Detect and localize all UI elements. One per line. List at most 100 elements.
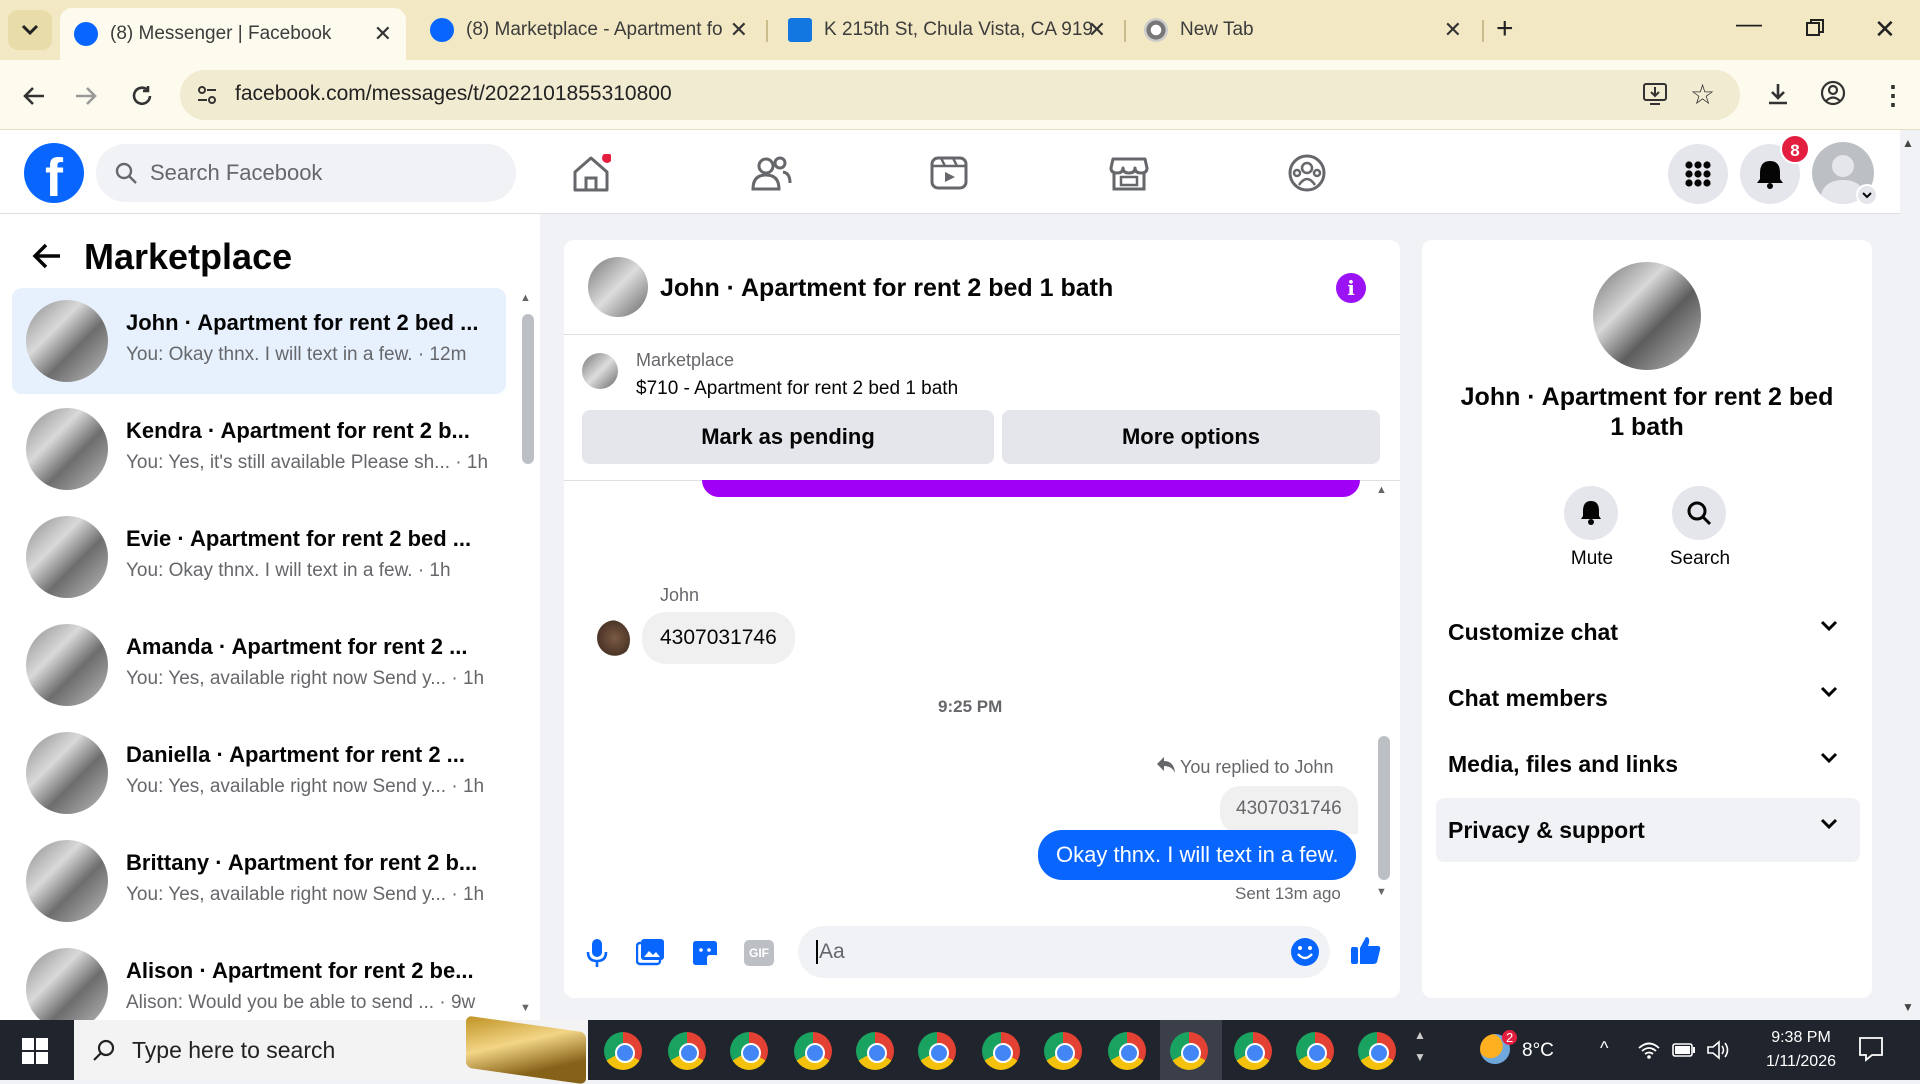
chat-avatar[interactable] [588,257,648,317]
back-arrow-icon[interactable] [18,80,50,112]
customize-chat-row[interactable]: Customize chat [1436,600,1860,664]
tab-zillow[interactable]: K 215th St, Chula Vista, CA 9191 ✕ [774,8,1120,52]
profile-avatar[interactable] [1593,262,1701,370]
more-options-button[interactable]: More options [1002,410,1380,464]
page-scroll-down-icon[interactable]: ▼ [1902,1000,1914,1014]
minimize-icon[interactable]: — [1736,8,1762,39]
quoted-message[interactable]: 4307031746 [1220,786,1358,834]
chat-scrollbar-thumb[interactable] [1378,736,1390,880]
download-icon[interactable] [1766,82,1790,111]
chat-scroll-down-icon[interactable]: ▼ [1376,886,1387,898]
conversation-item[interactable]: Alison · Apartment for rent 2 be... Alis… [12,936,506,1020]
chrome-taskbar-icon[interactable] [982,1032,1020,1070]
battery-icon[interactable] [1672,1042,1696,1063]
chrome-taskbar-icon[interactable] [730,1032,768,1070]
search-icon [115,162,137,184]
chrome-taskbar-icon[interactable] [1044,1032,1082,1070]
incoming-message-bubble[interactable]: 4307031746 [642,612,795,664]
sticker-icon[interactable] [690,938,720,973]
sender-avatar[interactable] [592,620,630,660]
install-app-icon[interactable] [1642,82,1668,111]
conversation-item[interactable]: Evie · Apartment for rent 2 bed ... You:… [12,504,506,610]
chrome-taskbar-icon[interactable] [918,1032,956,1070]
reload-icon[interactable] [126,80,158,112]
notification-center-icon[interactable] [1858,1036,1884,1067]
volume-icon[interactable] [1706,1040,1730,1065]
temperature[interactable]: 8°C [1522,1040,1554,1062]
list-scroll-down-icon[interactable]: ▼ [520,1002,531,1014]
privacy-support-row[interactable]: Privacy & support [1436,798,1860,862]
chat-members-row[interactable]: Chat members [1436,666,1860,730]
conversation-preview: Alison: Would you be able to send ... · … [126,992,476,1013]
chrome-taskbar-icon[interactable] [1108,1032,1146,1070]
tab-search-button[interactable] [8,10,52,50]
clock[interactable]: 9:38 PM 1/11/2026 [1746,1026,1856,1074]
profile-icon[interactable] [1820,80,1846,111]
wifi-icon[interactable] [1638,1040,1660,1065]
like-thumb-icon[interactable] [1350,934,1382,971]
close-icon[interactable]: ✕ [374,21,392,47]
conversation-name: Evie · Apartment for rent 2 bed ... [126,526,472,551]
close-icon[interactable]: ✕ [730,17,748,43]
chevron-up-icon[interactable]: ^ [1600,1038,1608,1059]
chat-title[interactable]: John · Apartment for rent 2 bed 1 bath [660,274,1113,303]
conversation-item[interactable]: Kendra · Apartment for rent 2 b... You: … [12,396,506,502]
list-scrollbar-thumb[interactable] [522,314,534,464]
conversation-item[interactable]: Amanda · Apartment for rent 2 ... You: Y… [12,612,506,718]
video-nav-icon[interactable] [924,150,974,196]
page-scroll-up-icon[interactable]: ▲ [1902,136,1914,150]
conversation-item[interactable]: Brittany · Apartment for rent 2 b... You… [12,828,506,934]
mute-button[interactable] [1564,486,1618,540]
back-arrow-icon[interactable] [32,242,62,275]
info-icon[interactable]: i [1336,273,1366,303]
chrome-taskbar-icon[interactable] [1234,1032,1272,1070]
microphone-icon[interactable] [586,938,608,973]
kebab-menu-icon[interactable]: ⋮ [1880,80,1906,111]
photo-icon[interactable] [635,938,666,971]
listing-title[interactable]: $710 - Apartment for rent 2 bed 1 bath [636,378,958,400]
chrome-taskbar-icon[interactable] [1170,1032,1208,1070]
chrome-taskbar-icon[interactable] [1358,1032,1396,1070]
chrome-taskbar-icon[interactable] [604,1032,642,1070]
friends-nav-icon[interactable] [746,150,796,196]
facebook-logo[interactable]: f [24,143,84,203]
window-close-icon[interactable]: ✕ [1874,14,1896,45]
tab-marketplace[interactable]: (8) Marketplace - Apartment fo ✕ [416,8,762,52]
conversation-item[interactable]: Daniella · Apartment for rent 2 ... You:… [12,720,506,826]
site-info-icon[interactable] [196,84,218,111]
chrome-taskbar-icon[interactable] [794,1032,832,1070]
message-input[interactable]: Aa [798,926,1330,978]
media-files-links-row[interactable]: Media, files and links [1436,732,1860,796]
groups-nav-icon[interactable] [1282,150,1332,196]
chrome-taskbar-icon[interactable] [668,1032,706,1070]
tab-messenger[interactable]: (8) Messenger | Facebook ✕ [60,8,406,60]
forward-arrow-icon[interactable] [70,80,102,112]
conversation-avatar [26,732,108,814]
home-nav-icon[interactable] [566,150,616,196]
menu-grid-button[interactable] [1668,144,1728,204]
marketplace-nav-icon[interactable] [1104,150,1154,196]
list-scroll-up-icon[interactable]: ▲ [520,292,531,304]
facebook-search-input[interactable]: Search Facebook [96,144,516,202]
url-text[interactable]: facebook.com/messages/t/2022101855310800 [235,82,672,106]
windows-start-icon[interactable] [22,1038,48,1069]
bookmark-star-icon[interactable]: ☆ [1690,78,1715,111]
tab-new-tab[interactable]: New Tab ✕ [1130,8,1476,52]
chrome-taskbar-icon[interactable] [1296,1032,1334,1070]
mark-as-pending-button[interactable]: Mark as pending [582,410,994,464]
account-chevron-icon[interactable] [1856,184,1878,206]
taskbar-overflow-icon[interactable]: ▲ ▼ [1414,1024,1426,1068]
gif-icon[interactable]: GIF [744,940,774,966]
new-tab-button[interactable]: + [1496,12,1514,46]
chrome-taskbar-icon[interactable] [856,1032,894,1070]
listing-thumbnail[interactable] [582,353,618,389]
conversation-preview: You: Yes, available right now Send y... … [126,884,485,905]
outgoing-message-bubble[interactable]: Okay thnx. I will text in a few. [1038,830,1357,880]
close-icon[interactable]: ✕ [1444,17,1462,43]
emoji-icon[interactable] [1290,937,1320,972]
close-icon[interactable]: ✕ [1088,17,1106,43]
search-in-chat-button[interactable] [1672,486,1726,540]
restore-icon[interactable] [1806,16,1824,44]
chat-scroll-up-icon[interactable]: ▲ [1376,484,1387,496]
conversation-item[interactable]: John · Apartment for rent 2 bed ... You:… [12,288,506,394]
